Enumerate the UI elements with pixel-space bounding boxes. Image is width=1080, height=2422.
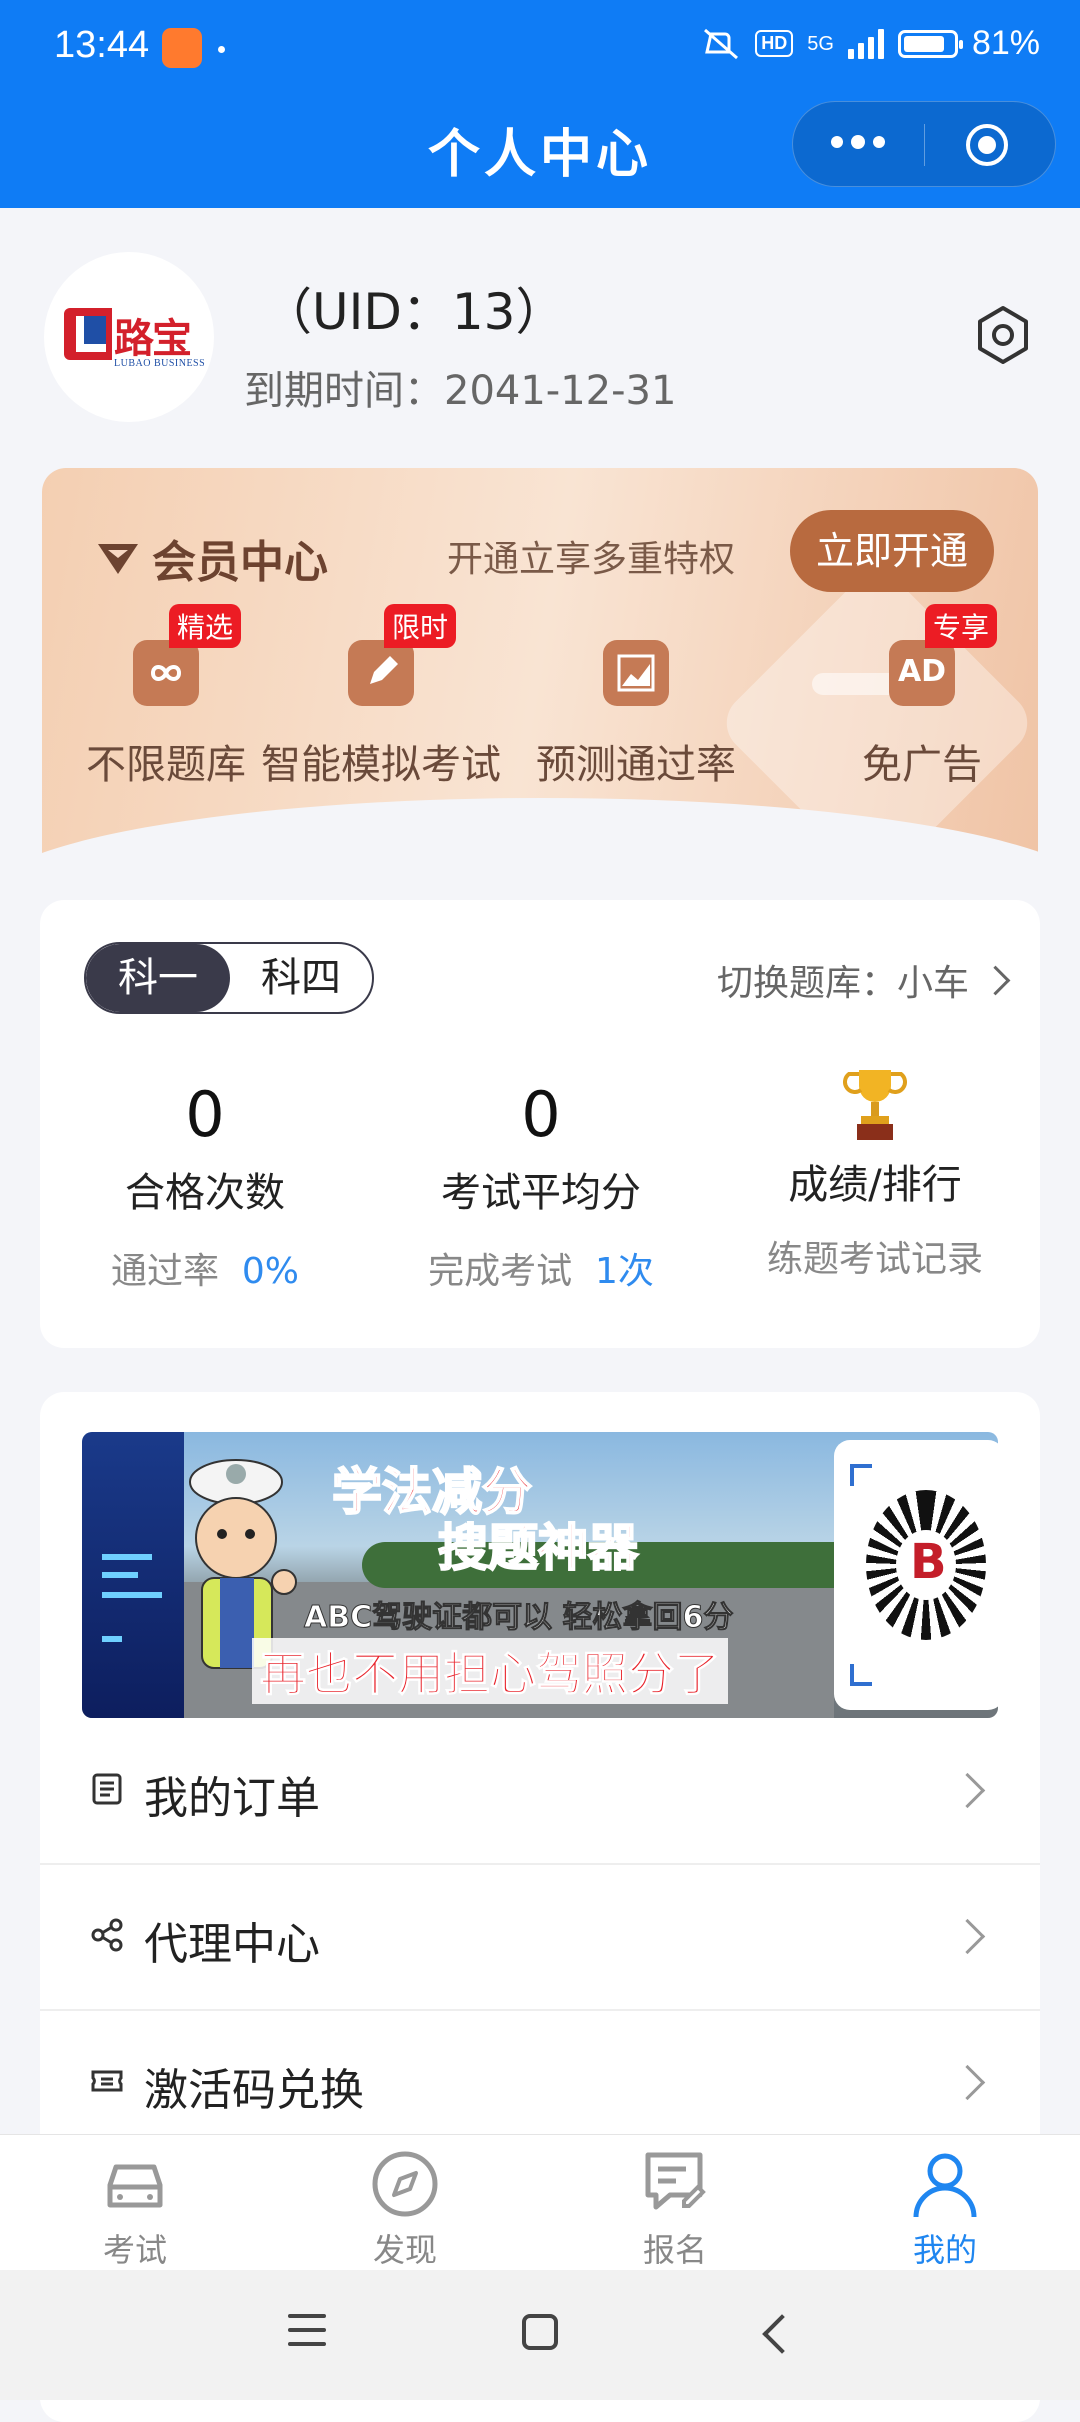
tab-exam[interactable]: 考试 <box>0 2135 270 2271</box>
chart-icon <box>603 640 669 706</box>
settings-icon[interactable] <box>970 302 1036 368</box>
signup-icon <box>645 2152 706 2210</box>
feature-label: 智能模拟考试 <box>261 742 501 788</box>
home-icon[interactable] <box>522 2314 558 2350</box>
switch-question-bank[interactable]: 切换题库：小车 <box>716 954 1011 1006</box>
pencil-icon: 限时 <box>348 604 457 706</box>
pass-count-value: 0 <box>185 1078 225 1151</box>
avg-score-value: 0 <box>521 1078 561 1151</box>
hd-badge: HD <box>755 30 794 57</box>
open-membership-button[interactable]: 立即开通 <box>790 510 994 592</box>
mute-vibrate-icon <box>704 28 739 59</box>
feature-no-ads[interactable]: AD 专享 免广告 <box>832 604 1012 790</box>
avg-score-label: 考试平均分 <box>441 1170 641 1216</box>
chevron-right-icon <box>980 965 1011 995</box>
menu-item-label: 我的订单 <box>144 1773 320 1824</box>
battery-icon <box>897 29 963 58</box>
notification-dot-icon <box>218 46 225 53</box>
exams-completed: 完成考试 1次 <box>428 1251 654 1292</box>
member-promo: 开通立享多重特权 <box>447 539 736 580</box>
compass-icon <box>372 2151 438 2217</box>
practice-record: 练题考试记录 <box>766 1239 983 1280</box>
diamond-icon <box>98 544 138 574</box>
share-icon <box>91 1918 123 1952</box>
ticket-icon <box>91 2070 123 2092</box>
mini-program-capsule <box>792 101 1056 187</box>
tab-label: 我的 <box>912 2231 977 2269</box>
back-icon[interactable] <box>762 2314 802 2354</box>
tab-mine[interactable]: 我的 <box>810 2135 1080 2271</box>
member-title-text: 会员中心 <box>152 537 328 588</box>
status-time: 13:44 <box>54 24 150 66</box>
recent-apps-icon[interactable] <box>288 2314 326 2356</box>
logo-subtext: LUBAO BUSINESS <box>114 358 206 369</box>
more-icon[interactable] <box>831 135 885 149</box>
order-list-icon <box>92 1773 122 1805</box>
feature-predict-rate[interactable]: 预测通过率 <box>516 640 756 790</box>
menu-item-agent[interactable]: 代理中心 <box>40 1864 1040 2011</box>
feature-smart-exam[interactable]: 限时 智能模拟考试 <box>236 604 526 790</box>
status-bar: 13:44 HD 5G 81% <box>0 0 1080 96</box>
subject-tab-4[interactable]: 科四 <box>230 944 372 1012</box>
banner-headline-2: 搜题神器 <box>437 1518 639 1578</box>
ranking-entry[interactable]: 成绩/排行 练题考试记录 <box>710 1064 1040 1282</box>
menu-item-orders[interactable]: 我的订单 <box>40 1718 1040 1865</box>
user-icon <box>913 2153 977 2218</box>
pass-rate: 通过率 0% <box>110 1251 300 1292</box>
trophy-icon <box>843 1070 907 1140</box>
top-bar: 13:44 HD 5G 81% 个人中心 <box>0 0 1080 208</box>
pass-count-label: 合格次数 <box>125 1170 285 1216</box>
feature-tag: 专享 <box>925 604 998 648</box>
banner-slogan: 再也不用担心驾照分了 <box>252 1638 728 1704</box>
signal-icon <box>847 28 884 59</box>
logo-mark-icon <box>64 308 112 360</box>
network-type: 5G <box>807 32 834 55</box>
switch-bank-label: 切换题库：小车 <box>716 963 969 1004</box>
car-icon <box>107 2164 163 2208</box>
qr-logo-icon <box>896 1530 956 1600</box>
promo-banner[interactable]: 学法减分 搜题神器 ABC驾驶证都可以 轻松拿回6分 再也不用担心驾照分了 <box>82 1432 998 1718</box>
system-nav-bar <box>0 2270 1080 2400</box>
infinity-icon: 精选 <box>133 604 242 706</box>
feature-tag: 限时 <box>384 604 457 648</box>
tab-label: 发现 <box>372 2231 437 2269</box>
avg-score-stat: 0 考试平均分 完成考试 1次 <box>376 1070 706 1294</box>
banner-left-panel <box>82 1432 184 1718</box>
feature-tag: 精选 <box>169 604 242 648</box>
qr-code <box>834 1440 998 1710</box>
feature-label: 预测通过率 <box>536 742 736 788</box>
avatar[interactable]: 路宝 LUBAO BUSINESS <box>44 252 214 422</box>
feature-label: 免广告 <box>862 742 982 788</box>
tab-signup[interactable]: 报名 <box>540 2135 810 2271</box>
tab-label: 考试 <box>102 2231 167 2269</box>
chevron-right-icon <box>949 1772 986 1809</box>
logo-text: 路宝 <box>114 316 192 362</box>
bottom-tab-bar: 考试 发现 报名 我的 <box>0 2134 1080 2271</box>
battery-level: 81% <box>971 24 1040 62</box>
subject-switch: 科一 科四 <box>84 942 374 1014</box>
menu-item-label: 代理中心 <box>144 1919 320 1970</box>
chevron-right-icon <box>949 1918 986 1955</box>
brand-logo: 路宝 LUBAO BUSINESS <box>58 300 205 376</box>
user-uid: （UID：13） <box>262 283 566 341</box>
subject-tab-1[interactable]: 科一 <box>86 944 230 1012</box>
expire-date: 到期时间：2041-12-31 <box>244 368 677 414</box>
member-title: 会员中心 <box>94 526 328 590</box>
pass-count-stat: 0 合格次数 通过率 0% <box>40 1070 370 1294</box>
ad-icon: AD 专享 <box>889 604 998 706</box>
status-right: HD 5G 81% <box>701 24 1040 63</box>
app-notification-icon <box>162 28 202 68</box>
member-card: 会员中心 开通立享多重特权 立即开通 精选 不限题库 限时 智能模拟考试 预测通… <box>42 468 1038 854</box>
capsule-divider <box>924 124 925 166</box>
ad-icon-text: AD <box>897 654 947 689</box>
chevron-right-icon <box>949 2064 986 2101</box>
close-target-icon[interactable] <box>966 124 1008 166</box>
menu-item-label: 激活码兑换 <box>144 2065 364 2116</box>
ranking-label: 成绩/排行 <box>788 1162 962 1208</box>
banner-subline: ABC驾驶证都可以 轻松拿回6分 <box>303 1600 734 1636</box>
tab-label: 报名 <box>642 2231 707 2269</box>
tab-discover[interactable]: 发现 <box>270 2135 540 2271</box>
stats-card: 科一 科四 切换题库：小车 0 合格次数 通过率 0% 0 考试平均分 完成考试… <box>40 900 1040 1348</box>
